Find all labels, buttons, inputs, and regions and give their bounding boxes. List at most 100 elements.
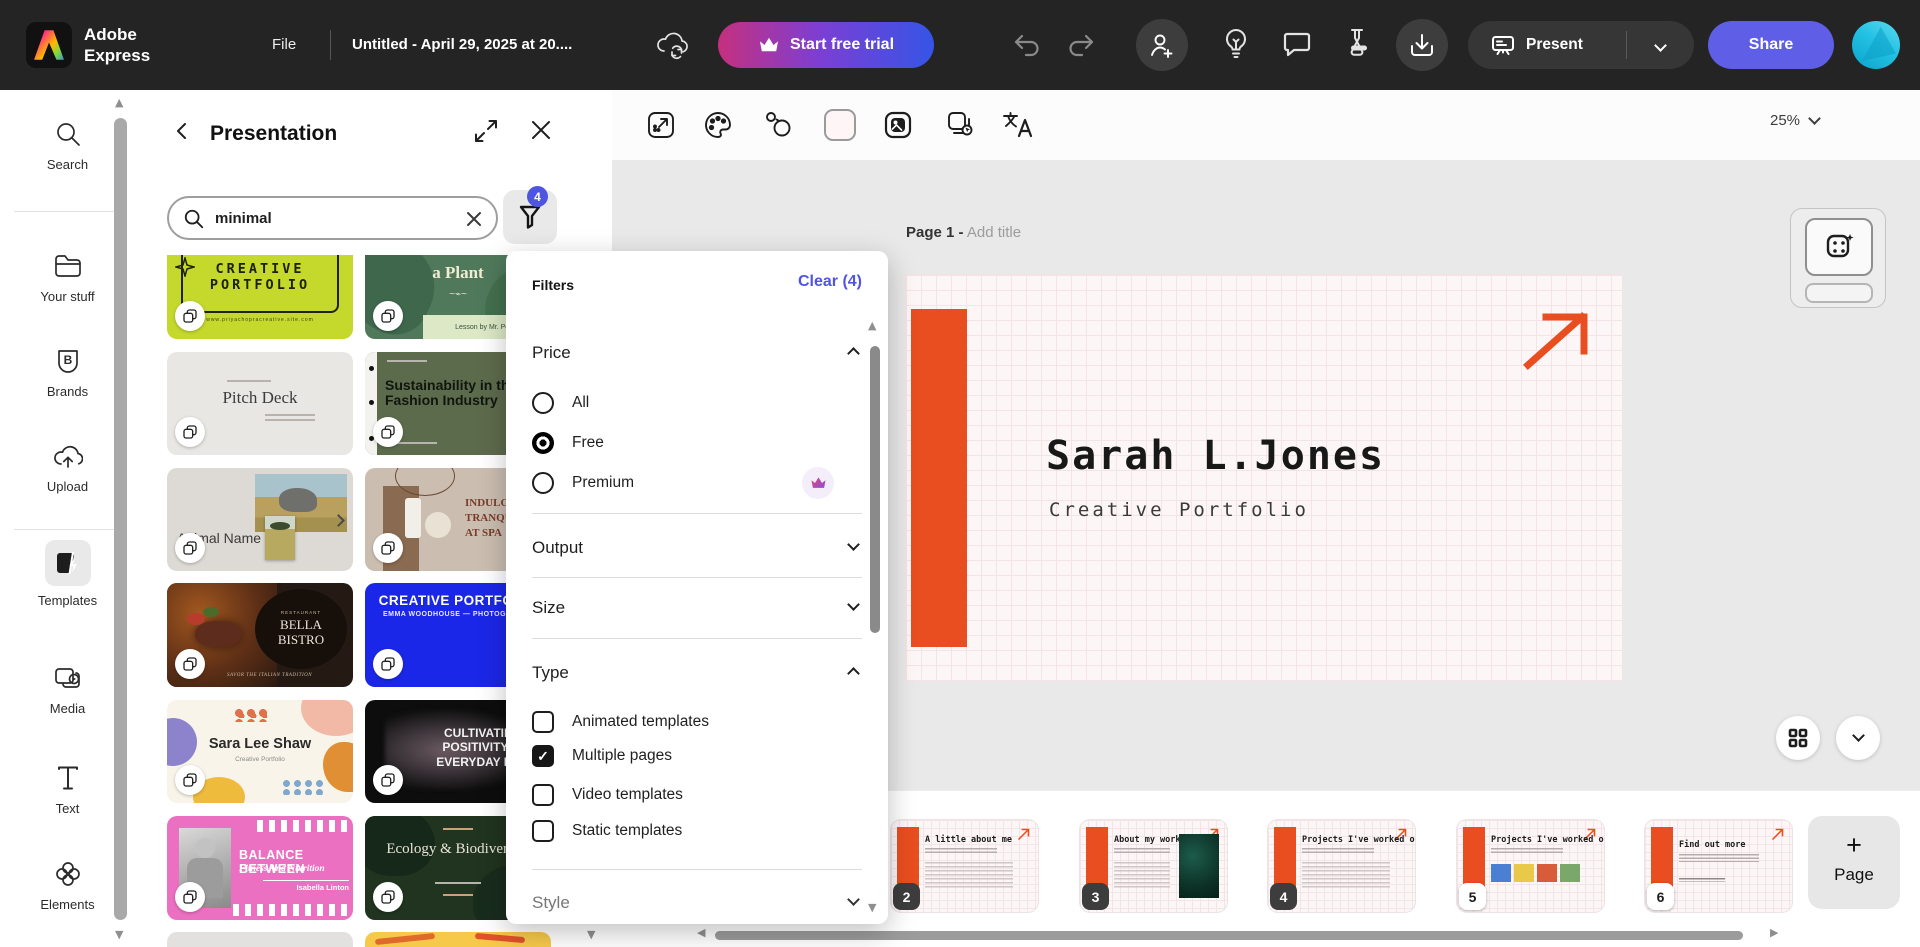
clear-filters-link[interactable]: Clear (4) <box>798 273 862 291</box>
translate-icon[interactable] <box>1000 107 1036 143</box>
resize-icon[interactable] <box>643 107 679 143</box>
page-header[interactable]: Page 1 - Add title <box>906 224 1021 241</box>
page-thumbnail-4[interactable]: Projects I've worked on 4 <box>1268 820 1415 912</box>
redo-icon[interactable] <box>1066 30 1096 63</box>
slide-arrow-graphic[interactable] <box>1520 309 1594 371</box>
template-thumbnail[interactable]: RESTAURANT BELLA BISTRO SAVOR THE ITALIA… <box>167 583 353 687</box>
bowl <box>425 512 451 538</box>
download-icon[interactable] <box>1396 19 1448 71</box>
slide-title-text[interactable]: Sarah L.Jones <box>1046 433 1385 479</box>
squiggle <box>375 933 435 945</box>
strip-scroll-right-arrow[interactable]: ▶ <box>1770 926 1778 939</box>
filter-scrollbar-thumb[interactable] <box>870 346 880 633</box>
filter-scroll-down-arrow[interactable]: ▼ <box>868 901 876 914</box>
multipage-icon <box>175 649 205 679</box>
horizontal-scrollbar-thumb[interactable] <box>715 931 1743 940</box>
slide-page-1[interactable]: Sarah L.Jones Creative Portfolio <box>906 275 1622 681</box>
page-number-badge: 4 <box>1270 883 1297 910</box>
animate-icon[interactable] <box>760 107 796 143</box>
start-free-trial-button[interactable]: Start free trial <box>718 22 934 68</box>
grid-view-button[interactable] <box>1776 716 1820 760</box>
chevron-up-icon <box>847 347 860 360</box>
file-menu[interactable]: File <box>272 36 296 53</box>
dice-icon <box>1824 232 1854 262</box>
checkbox-multiple-pages[interactable]: ✓ <box>532 745 554 767</box>
page-thumbnail-6[interactable]: Find out more 6 <box>1645 820 1792 912</box>
style-section-header[interactable]: Style <box>532 893 862 913</box>
clear-search-icon[interactable] <box>465 210 483 228</box>
slide-subtitle-text[interactable]: Creative Portfolio <box>1049 499 1309 521</box>
theme-palette-icon[interactable] <box>700 107 736 143</box>
multipage-icon <box>175 882 205 912</box>
template-search-field[interactable] <box>167 196 498 240</box>
multipage-icon <box>175 417 205 447</box>
dots <box>233 708 267 722</box>
zoom-control[interactable]: 25% <box>1770 112 1819 129</box>
chevron-up-icon <box>847 667 860 680</box>
template-thumbnail[interactable]: Animal Name <box>167 468 353 571</box>
checkbox-video-templates[interactable] <box>532 784 554 806</box>
back-chevron-icon[interactable] <box>171 120 193 147</box>
thumb-arrow-icon <box>1770 827 1785 842</box>
vertical-scrollbar-thumb[interactable] <box>114 118 127 920</box>
background-color-swatch[interactable] <box>822 107 858 143</box>
type-section-header[interactable]: Type <box>532 663 862 683</box>
radio-free[interactable] <box>532 432 554 454</box>
beaker-icon[interactable] <box>1344 27 1370 64</box>
radio-all[interactable] <box>532 392 554 414</box>
template-thumbnail[interactable]: Pitch Deck <box>167 352 353 455</box>
thumb-link-line <box>1679 878 1725 882</box>
present-options-chevron[interactable] <box>1627 41 1694 50</box>
cloud-sync-icon[interactable] <box>655 29 689 66</box>
add-page-button[interactable]: + Page <box>1808 816 1900 909</box>
collapse-strip-button[interactable] <box>1836 716 1880 760</box>
present-button[interactable]: Present <box>1468 21 1694 69</box>
radio-premium[interactable] <box>532 472 554 494</box>
filters-title: Filters <box>532 277 574 293</box>
media-frame-icon[interactable] <box>880 107 916 143</box>
grid-icon <box>1788 728 1808 748</box>
template-thumbnail[interactable] <box>365 932 551 947</box>
expand-panel-icon[interactable] <box>473 118 499 149</box>
share-button[interactable]: Share <box>1708 21 1834 69</box>
page-number-badge: 5 <box>1459 883 1486 910</box>
strip-scroll-left-arrow[interactable]: ◀ <box>697 926 705 939</box>
page-label: Page 1 - <box>906 224 964 241</box>
add-collaborator-icon[interactable] <box>1136 19 1188 71</box>
undo-icon[interactable] <box>1012 30 1042 63</box>
thumb-subtitle-lines <box>1302 848 1374 854</box>
page-thumbnail-3[interactable]: About my work 3 <box>1080 820 1227 912</box>
size-section-header[interactable]: Size <box>532 598 862 618</box>
duplicate-pages-icon[interactable] <box>940 107 976 143</box>
comment-icon[interactable] <box>1282 30 1312 63</box>
squiggle <box>475 933 525 943</box>
search-input[interactable] <box>215 202 445 234</box>
scroll-down-arrow[interactable]: ▼ <box>115 928 123 941</box>
avatar[interactable] <box>1852 21 1900 69</box>
document-title[interactable]: Untitled - April 29, 2025 at 20.... <box>352 36 652 53</box>
template-thumbnail[interactable] <box>167 932 353 947</box>
thumb-body-lines <box>1114 862 1170 888</box>
template-thumbnail[interactable]: Sara Lee Shaw Creative Portfolio <box>167 700 353 803</box>
sidebar-divider <box>14 529 121 530</box>
present-screen-icon <box>1490 33 1516 57</box>
filter-scroll-up-arrow[interactable]: ▲ <box>868 319 876 332</box>
slide-accent-bar[interactable] <box>911 309 967 647</box>
template-thumbnail[interactable]: CREATIVE PORTFOLIO www.priyachopracreati… <box>167 255 353 339</box>
page-thumbnail-2[interactable]: A little about me 2 <box>891 820 1038 912</box>
rule <box>443 828 473 830</box>
page-title-placeholder[interactable]: Add title <box>967 224 1021 241</box>
page-thumbnail-5[interactable]: Projects I've worked on 5 <box>1457 820 1604 912</box>
checkbox-animated-templates[interactable] <box>532 711 554 733</box>
checkbox-static-templates[interactable] <box>532 820 554 842</box>
bullet <box>369 400 374 405</box>
output-section-header[interactable]: Output <box>532 538 862 558</box>
adobe-express-logo-icon[interactable] <box>26 22 72 68</box>
page-navigator-widget[interactable] <box>1790 208 1886 308</box>
template-thumbnail[interactable]: BALANCE BETWEEN Fitness And Nutrition Is… <box>167 816 353 920</box>
price-section-header[interactable]: Price <box>532 343 862 363</box>
panel-scroll-down-arrow[interactable]: ▼ <box>587 928 595 941</box>
close-panel-icon[interactable] <box>529 118 553 147</box>
scroll-up-arrow[interactable]: ▲ <box>115 96 123 109</box>
lightbulb-icon[interactable] <box>1222 27 1250 66</box>
